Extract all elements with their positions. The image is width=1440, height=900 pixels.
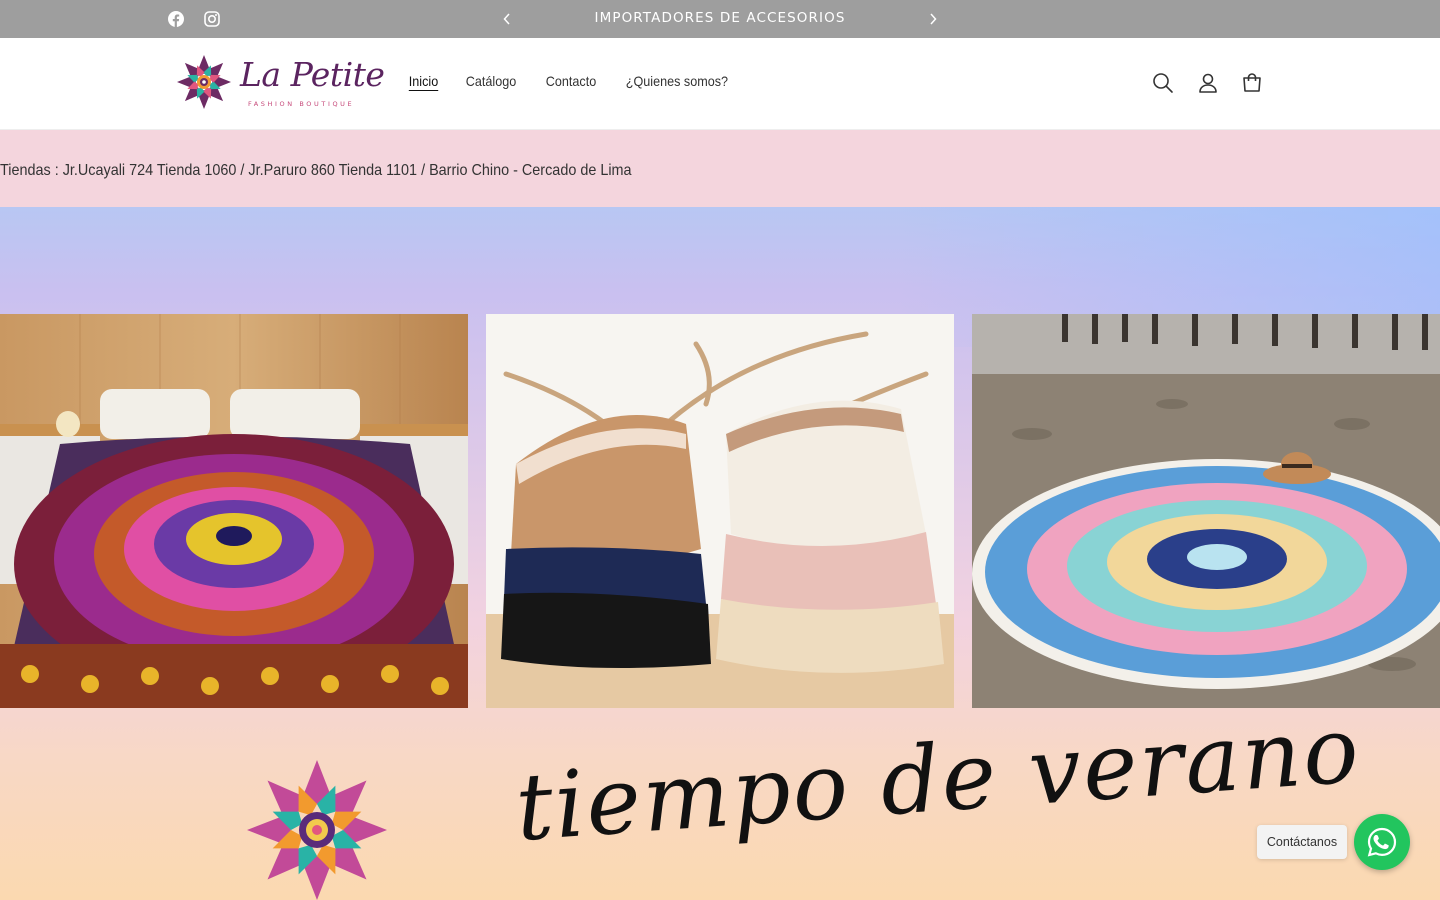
- round-beach-towel-image: [972, 314, 1440, 708]
- site-header: La Petite FASHION BOUTIQUE Inicio Catálo…: [0, 38, 1440, 130]
- main-nav: Inicio Catálogo Contacto ¿Quienes somos?: [398, 73, 752, 89]
- facebook-icon[interactable]: [166, 9, 186, 29]
- instagram-icon[interactable]: [202, 9, 222, 29]
- cart-icon[interactable]: [1240, 71, 1264, 95]
- chevron-right-icon[interactable]: [922, 8, 944, 30]
- logo[interactable]: La Petite FASHION BOUTIQUE: [176, 54, 385, 114]
- announcement-text: IMPORTADORES DE ACCESORIOS: [594, 10, 846, 26]
- logo-subtitle: FASHION BOUTIQUE: [248, 100, 355, 108]
- nav-item-quienes-somos[interactable]: ¿Quienes somos?: [615, 73, 739, 89]
- store-info-text: Tiendas : Jr.Ucayali 724 Tienda 1060 / J…: [0, 162, 632, 179]
- account-icon[interactable]: [1196, 71, 1220, 95]
- chat-label[interactable]: Contáctanos: [1257, 825, 1347, 859]
- mandala-bedspread-image: [0, 314, 468, 708]
- nav-item-catalogo[interactable]: Catálogo: [455, 73, 527, 89]
- mandala-logo-icon: [177, 55, 231, 109]
- nav-item-inicio[interactable]: Inicio: [398, 73, 449, 89]
- mandala-decoration-icon: [247, 760, 387, 900]
- store-info-strip: Tiendas : Jr.Ucayali 724 Tienda 1060 / J…: [0, 130, 1440, 207]
- hero-banner[interactable]: tiempo de verano: [0, 207, 1440, 900]
- nav-item-contacto[interactable]: Contacto: [535, 73, 607, 89]
- hero-headline: tiempo de verano: [512, 696, 1364, 862]
- search-icon[interactable]: [1151, 71, 1175, 95]
- straw-visor-hats-image: [486, 314, 954, 708]
- chevron-left-icon[interactable]: [496, 8, 518, 30]
- logo-title: La Petite: [240, 55, 385, 94]
- announcement-bar: IMPORTADORES DE ACCESORIOS: [0, 0, 1440, 38]
- whatsapp-icon[interactable]: [1354, 814, 1410, 870]
